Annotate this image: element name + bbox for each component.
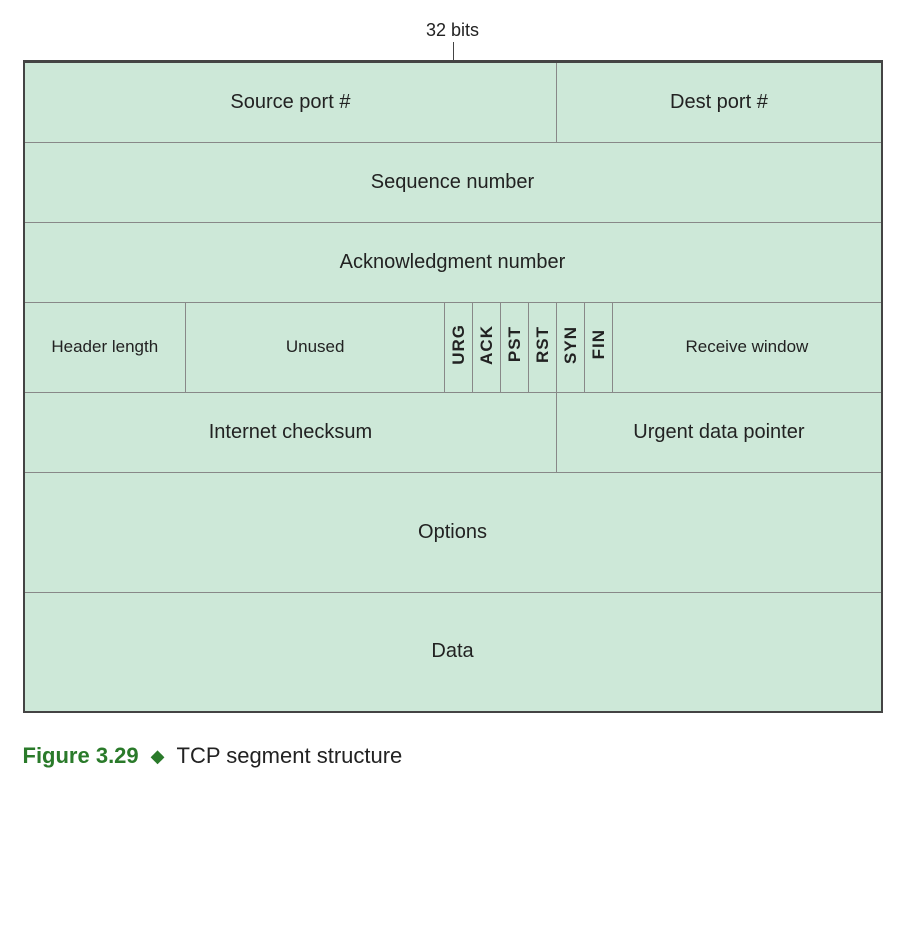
flag-fin-cell: FIN [585, 302, 613, 392]
internet-checksum-cell: Internet checksum [24, 392, 557, 472]
row-source-dest: Source port # Dest port # [24, 62, 882, 142]
header-length-cell: Header length [24, 302, 186, 392]
diagram-container: 32 bits Source port # Dest port # Sequen… [23, 20, 883, 769]
bits-label-row: 32 bits [23, 20, 883, 60]
figure-label: Figure 3.29 [23, 743, 139, 769]
figure-title: TCP segment structure [177, 743, 403, 769]
row-flags: Header length Unused URG ACK PST RST SYN… [24, 302, 882, 392]
flag-urg-cell: URG [445, 302, 473, 392]
row-checksum: Internet checksum Urgent data pointer [24, 392, 882, 472]
sequence-number-cell: Sequence number [24, 142, 882, 222]
dest-port-cell: Dest port # [557, 62, 882, 142]
row-options: Options [24, 472, 882, 592]
unused-cell: Unused [186, 302, 445, 392]
acknowledgment-cell: Acknowledgment number [24, 222, 882, 302]
flag-pst: PST [505, 326, 525, 362]
flag-syn-cell: SYN [557, 302, 585, 392]
flag-rst: RST [533, 326, 553, 363]
flag-ack: ACK [477, 325, 497, 365]
figure-caption: Figure 3.29 ◆ TCP segment structure [23, 743, 883, 769]
receive-window-cell: Receive window [613, 302, 882, 392]
flag-rst-cell: RST [529, 302, 557, 392]
row-acknowledgment: Acknowledgment number [24, 222, 882, 302]
data-cell: Data [24, 592, 882, 712]
bits-label: 32 bits [426, 20, 479, 41]
row-sequence: Sequence number [24, 142, 882, 222]
diamond-icon: ◆ [151, 746, 165, 767]
flag-urg: URG [449, 324, 469, 365]
flag-syn: SYN [561, 326, 581, 364]
flag-pst-cell: PST [501, 302, 529, 392]
source-port-cell: Source port # [24, 62, 557, 142]
row-data: Data [24, 592, 882, 712]
options-cell: Options [24, 472, 882, 592]
tcp-table: Source port # Dest port # Sequence numbe… [23, 61, 883, 713]
flag-fin: FIN [589, 329, 609, 359]
urgent-data-pointer-cell: Urgent data pointer [557, 392, 882, 472]
flag-ack-cell: ACK [473, 302, 501, 392]
bits-tick [453, 42, 454, 60]
